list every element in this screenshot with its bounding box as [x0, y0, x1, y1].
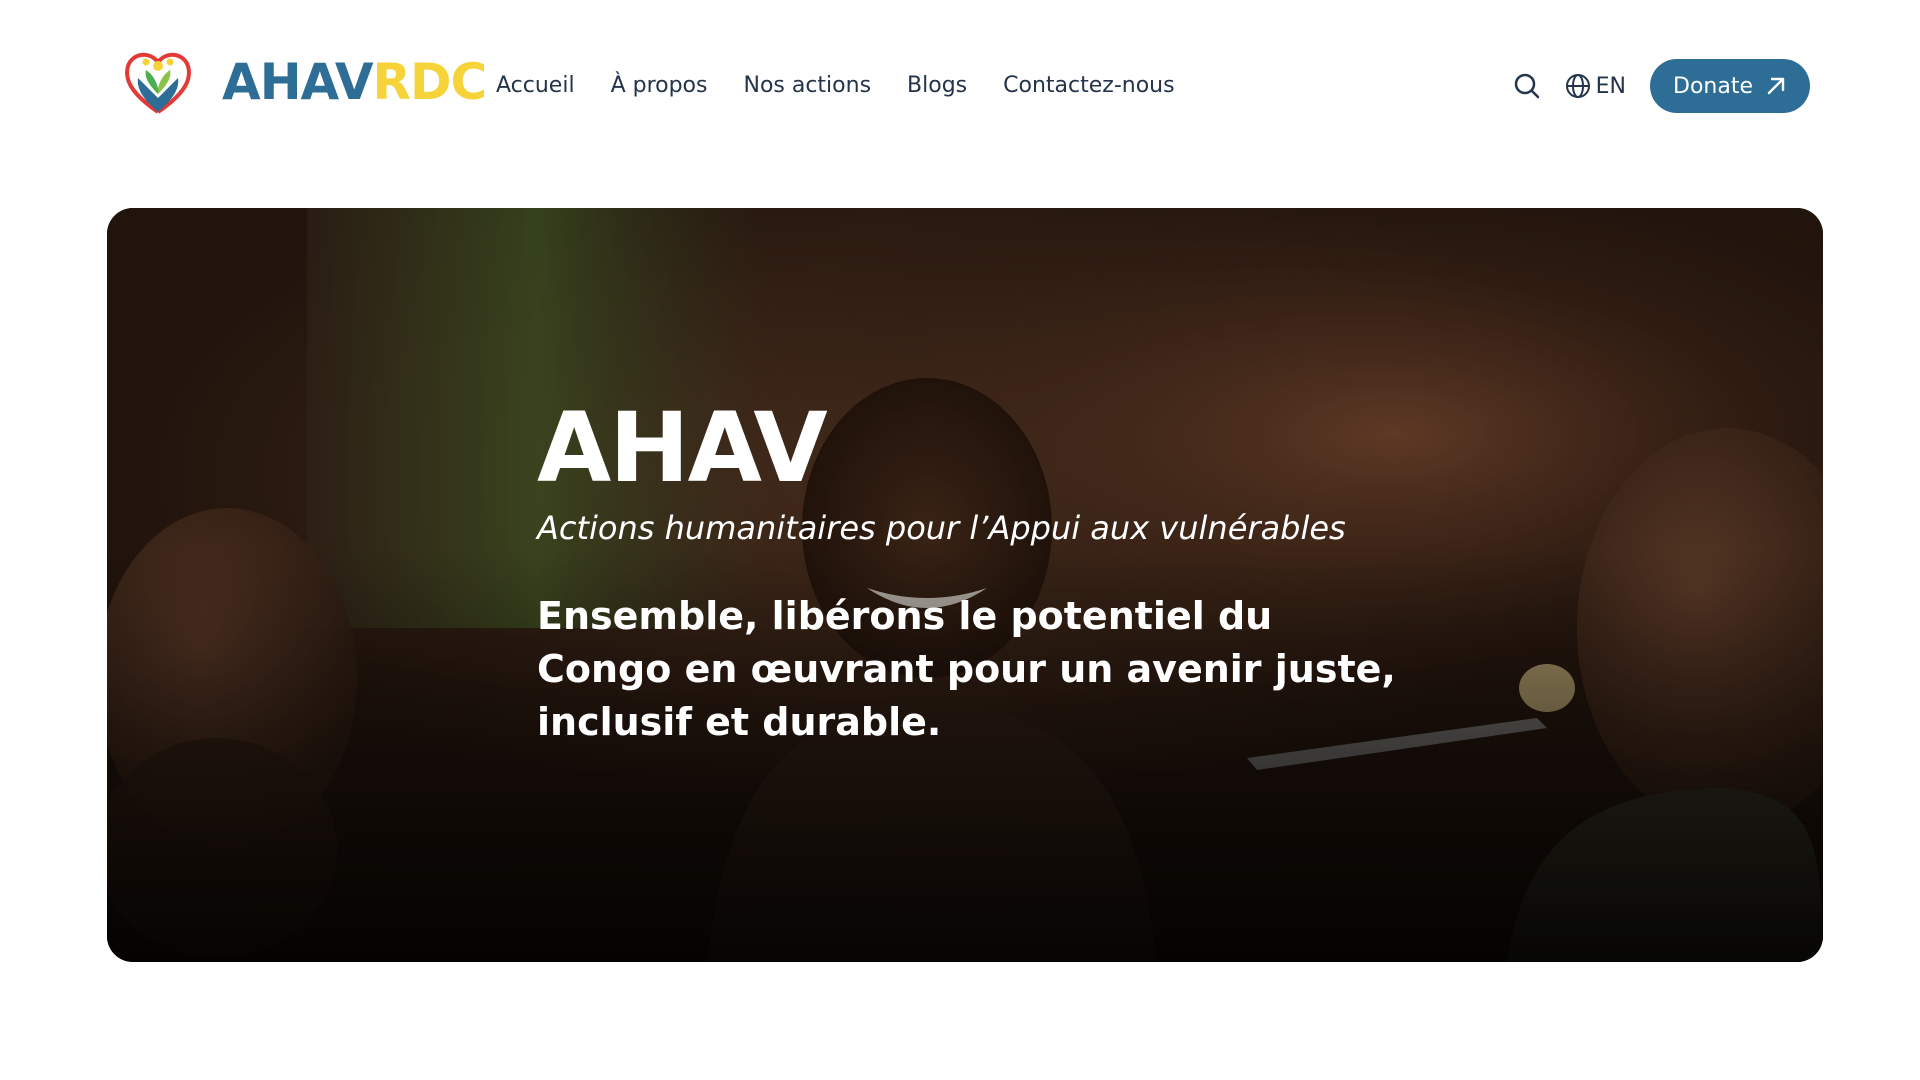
- search-button[interactable]: [1512, 71, 1542, 101]
- donate-label: Donate: [1673, 73, 1753, 99]
- nav-link-nos-actions[interactable]: Nos actions: [743, 70, 871, 102]
- hero-subtitle: Actions humanitaires pour l’Appui aux vu…: [537, 509, 1346, 547]
- arrow-up-right-icon: [1767, 77, 1785, 95]
- main-nav: Accueil À propos Nos actions Blogs Conta…: [496, 70, 1175, 102]
- nav-link-a-propos[interactable]: À propos: [611, 70, 708, 102]
- heart-hands-logo-icon: [125, 52, 191, 114]
- nav-link-accueil[interactable]: Accueil: [496, 70, 575, 102]
- hero-banner: AHAV Actions humanitaires pour l’Appui a…: [107, 208, 1823, 962]
- logo-text-ahav: AHAV: [222, 53, 374, 111]
- hero-tagline: Ensemble, libérons le potentiel du Congo…: [537, 594, 1396, 744]
- donate-button[interactable]: Donate: [1650, 59, 1810, 113]
- language-label: EN: [1595, 73, 1626, 99]
- nav-link-contactez-nous[interactable]: Contactez-nous: [1003, 70, 1174, 102]
- search-icon: [1514, 73, 1539, 99]
- globe-icon: [1565, 74, 1590, 98]
- logo-wordmark: AHAVRDC: [222, 57, 487, 107]
- language-switcher[interactable]: EN: [1564, 72, 1626, 100]
- hero-title: AHAV: [537, 392, 828, 504]
- site-header: AHAVRDC Accueil À propos Nos actions Blo…: [0, 0, 1920, 172]
- hero-content: AHAV Actions humanitaires pour l’Appui a…: [537, 398, 1437, 749]
- header-tools: EN Donate: [1512, 59, 1810, 113]
- site-logo[interactable]: AHAVRDC: [122, 48, 487, 116]
- nav-link-blogs[interactable]: Blogs: [907, 70, 967, 102]
- logo-text-rdc: RDC: [372, 53, 488, 111]
